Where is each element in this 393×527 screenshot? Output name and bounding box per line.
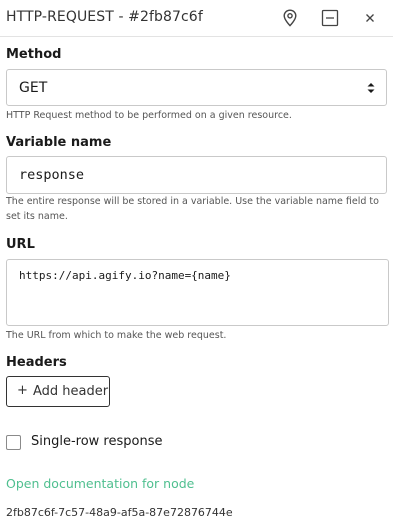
single-row-label[interactable]: Single-row response (31, 434, 162, 449)
url-label: URL (6, 237, 35, 252)
single-row-checkbox[interactable] (6, 435, 21, 450)
panel-header: HTTP-REQUEST - #2fb87c6f (0, 0, 393, 37)
panel-title: HTTP-REQUEST - #2fb87c6f (6, 9, 203, 25)
variable-name-help-text: The entire response will be stored in a … (6, 196, 379, 222)
map-pin-icon (283, 9, 297, 27)
select-arrows-icon (367, 83, 375, 93)
close-icon (366, 14, 374, 22)
variable-name-input[interactable]: response (6, 156, 387, 194)
pin-button[interactable] (278, 6, 302, 30)
method-help-text: HTTP Request method to be performed on a… (6, 110, 292, 121)
method-select[interactable]: GET (6, 69, 387, 106)
variable-name-label: Variable name (6, 135, 112, 150)
documentation-link[interactable]: Open documentation for node (6, 476, 194, 491)
node-id-text: 2fb87c6f-7c57-48a9-af5a-87e72876744e (6, 506, 233, 519)
url-value: https://api.agify.io?name={name} (19, 269, 231, 282)
url-textarea[interactable]: https://api.agify.io?name={name} (6, 259, 389, 326)
plus-icon: + (17, 383, 28, 398)
variable-name-value: response (19, 167, 85, 183)
add-header-button[interactable]: + Add header (6, 376, 110, 407)
headers-label: Headers (6, 355, 67, 370)
minimize-icon (321, 9, 339, 27)
close-button[interactable] (358, 6, 382, 30)
method-select-value: GET (19, 80, 48, 96)
url-help-text: The URL from which to make the web reque… (6, 330, 227, 341)
add-header-label: Add header (33, 384, 109, 399)
minimize-button[interactable] (318, 6, 342, 30)
method-label: Method (6, 47, 62, 62)
